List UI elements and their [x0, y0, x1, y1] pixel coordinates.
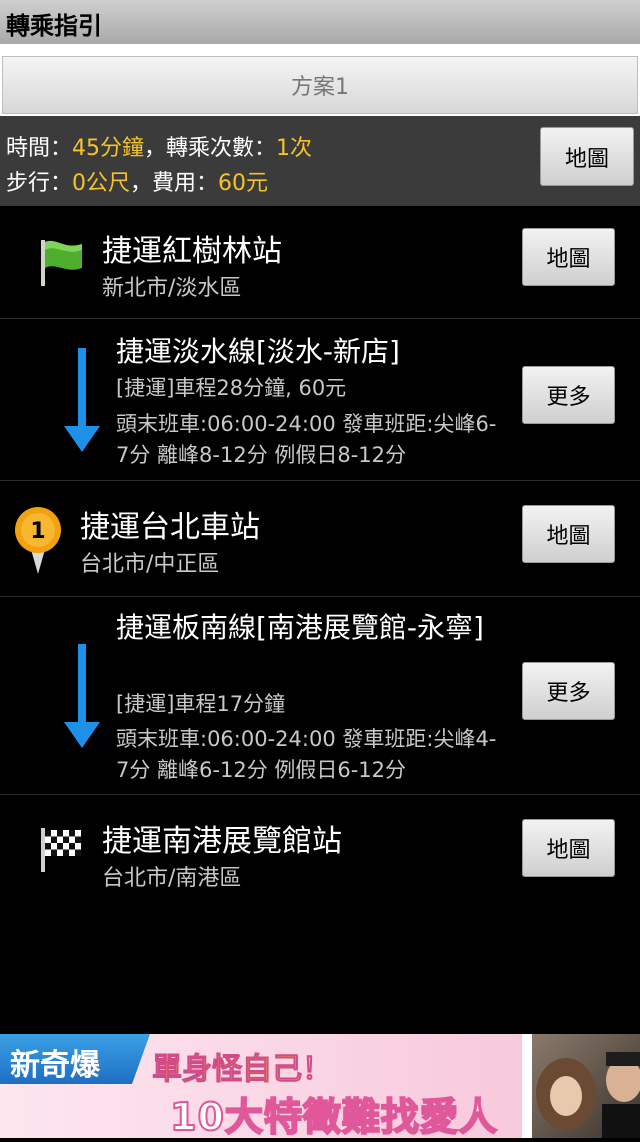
line-schedule: 頭末班車:06:00-24:00 發車班距:尖峰6-7分 離峰8-12分 例假日…: [116, 412, 497, 467]
station-map-button[interactable]: 地圖: [522, 505, 615, 563]
line-info: [捷運]車程17分鐘: [116, 692, 286, 716]
ad-banner[interactable]: 新奇爆 單身怪自己！ 10大特徵難找愛人: [0, 1034, 640, 1140]
step-origin-station: 捷運紅樹林站 新北市/淡水區 地圖: [0, 206, 640, 319]
page-title: 轉乘指引: [6, 12, 102, 40]
step-line-tamsui: 捷運淡水線[淡水-新店] [捷運]車程28分鐘, 60元 頭末班車:06:00-…: [0, 318, 640, 481]
step-line-bannan: 捷運板南線[南港展覽館-永寧] [捷運]車程17分鐘 頭末班車:06:00-24…: [0, 596, 640, 795]
route-summary: 時間：45分鐘，轉乘次數：1次 步行：0公尺，費用：60元 地圖: [0, 116, 640, 206]
station-map-button[interactable]: 地圖: [522, 228, 615, 286]
station-name: 捷運紅樹林站: [102, 234, 282, 269]
walk-label: 步行：: [6, 171, 73, 196]
checkered-flag-icon: [38, 826, 86, 878]
step-destination-station: 捷運南港展覽館站 台北市/南港區 地圖: [0, 794, 640, 906]
ad-divider: [522, 1034, 532, 1138]
step-transfer-station: 1 捷運台北車站 台北市/中正區 地圖: [0, 480, 640, 597]
line-more-button[interactable]: 更多: [522, 366, 615, 424]
time-label: 時間：: [6, 136, 73, 161]
transfer-value: 1次: [276, 136, 313, 161]
line-info: [捷運]車程28分鐘, 60元: [116, 376, 347, 400]
summary-line-time: 時間：45分鐘，轉乘次數：1次: [6, 130, 312, 162]
tab-plan-1[interactable]: 方案1: [2, 56, 638, 114]
time-value: 45分鐘: [72, 136, 145, 161]
line-more-button[interactable]: 更多: [522, 662, 615, 720]
separator: ，: [144, 136, 167, 161]
station-map-button[interactable]: 地圖: [522, 819, 615, 877]
walk-value: 0公尺: [72, 171, 131, 196]
summary-line-walk: 步行：0公尺，費用：60元: [6, 165, 268, 197]
fee-value: 60元: [218, 171, 269, 196]
line-schedule: 頭末班車:06:00-24:00 發車班距:尖峰4-7分 離峰6-12分 例假日…: [116, 727, 497, 782]
ad-subheadline: 10大特徵難找愛人: [169, 1094, 498, 1140]
pin-number: 1: [30, 519, 45, 544]
ad-tag: 新奇爆: [10, 1048, 100, 1083]
plan-tab-bar: 方案1: [0, 44, 640, 116]
down-arrow-icon: [64, 348, 100, 458]
transfer-label: 轉乘次數：: [166, 136, 277, 161]
separator: ，: [130, 171, 153, 196]
station-name: 捷運台北車站: [80, 510, 260, 545]
down-arrow-icon: [64, 644, 100, 754]
line-name: 捷運淡水線[淡水-新店]: [116, 335, 400, 368]
station-district: 新北市/淡水區: [102, 276, 242, 301]
summary-map-button[interactable]: 地圖: [540, 127, 634, 186]
station-district: 台北市/中正區: [80, 552, 220, 577]
ad-photo: [532, 1034, 640, 1138]
station-name: 捷運南港展覽館站: [102, 824, 342, 859]
station-district: 台北市/南港區: [102, 866, 242, 891]
ad-headline: 單身怪自己！: [152, 1052, 333, 1088]
line-name: 捷運板南線[南港展覽館-永寧]: [116, 611, 484, 644]
fee-label: 費用：: [152, 171, 219, 196]
title-bar: 轉乘指引: [0, 0, 640, 44]
transfer-pin-icon: 1: [12, 506, 64, 580]
green-flag-icon: [38, 236, 88, 292]
